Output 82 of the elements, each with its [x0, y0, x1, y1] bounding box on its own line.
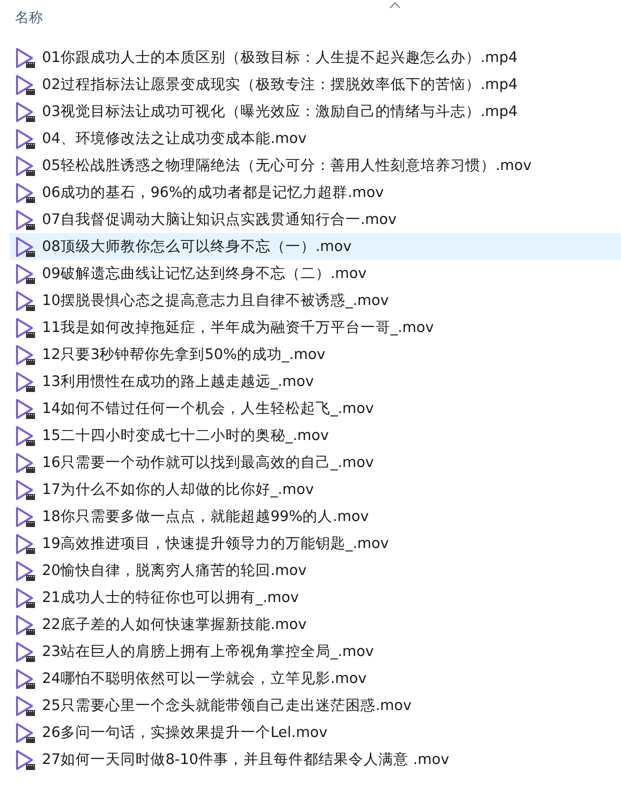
file-row[interactable]: 19高效推进项目，快速提升领导力的万能钥匙_.mov [10, 530, 621, 557]
video-file-icon [15, 370, 36, 392]
video-file-icon [15, 262, 36, 284]
file-row[interactable]: 05轻松战胜诱惑之物理隔绝法（无心可分：善用人性刻意培养习惯）.mov [10, 152, 621, 179]
file-row[interactable]: 25只需要心里一个念头就能带领自己走出迷茫困惑.mov [10, 692, 621, 719]
video-file-icon [15, 182, 36, 204]
file-row[interactable]: 02过程指标法让愿景变成现实（极致专注：摆脱效率低下的苦恼）.mp4 [10, 71, 621, 98]
file-name: 04、环境修改法之让成功变成本能.mov [42, 130, 307, 148]
file-name: 07自我督促调动大脑让知识点实践贯通知行合一.mov [42, 210, 397, 229]
file-row[interactable]: 18你只需要多做一点点，就能超越99%的人.mov [10, 503, 621, 530]
file-row[interactable]: 15二十四小时变成七十二小时的奥秘_.mov [10, 422, 621, 449]
file-name: 24哪怕不聪明依然可以一学就会，立竿见影.mov [42, 670, 367, 688]
video-file-icon [15, 316, 36, 338]
file-row[interactable]: 03视觉目标法让成功可视化（曝光效应：激励自己的情绪与斗志）.mp4 [10, 98, 621, 125]
video-file-icon [15, 208, 36, 230]
file-row[interactable]: 22底子差的人如何快速掌握新技能.mov [10, 611, 621, 638]
file-row[interactable]: 09破解遗忘曲线让记忆达到终身不忘（二）.mov [10, 260, 621, 287]
file-name: 01你跟成功人士的本质区别（极致目标：人生提不起兴趣怎么办）.mp4 [42, 49, 518, 67]
file-name: 13利用惯性在成功的路上越走越远_.mov [42, 373, 314, 391]
file-name: 20愉快自律，脱离穷人痛苦的轮回.mov [42, 562, 307, 580]
video-file-icon [15, 668, 36, 690]
file-row[interactable]: 23站在巨人的肩膀上拥有上帝视角掌控全局_.mov [10, 638, 621, 665]
file-name: 14如何不错过任何一个机会，人生轻松起飞_.mov [42, 400, 374, 418]
video-file-icon [15, 560, 36, 582]
file-name: 16只需要一个动作就可以找到最高效的自己_.mov [42, 454, 374, 472]
file-name: 22底子差的人如何快速掌握新技能.mov [42, 616, 307, 634]
file-name: 15二十四小时变成七十二小时的奥秘_.mov [42, 426, 329, 445]
video-file-icon [15, 722, 36, 744]
file-row[interactable]: 04、环境修改法之让成功变成本能.mov [10, 125, 621, 152]
file-row[interactable]: 21成功人士的特征你也可以拥有_.mov [10, 584, 621, 611]
file-name: 05轻松战胜诱惑之物理隔绝法（无心可分：善用人性刻意培养习惯）.mov [42, 156, 532, 175]
video-file-icon [15, 290, 36, 312]
file-row[interactable]: 06成功的基石，96%的成功者都是记忆力超群.mov [10, 179, 621, 206]
file-row[interactable]: 13利用惯性在成功的路上越走越远_.mov [10, 368, 621, 395]
file-name: 03视觉目标法让成功可视化（曝光效应：激励自己的情绪与斗志）.mp4 [42, 102, 518, 121]
file-row[interactable]: 27如何一天同时做8-10件事，并且每件都结果令人满意 .mov [10, 746, 621, 773]
file-name: 25只需要心里一个念头就能带领自己走出迷茫困惑.mov [42, 696, 412, 715]
video-file-icon [15, 344, 36, 366]
video-file-icon [15, 398, 36, 420]
file-row[interactable]: 24哪怕不聪明依然可以一学就会，立竿见影.mov [10, 665, 621, 692]
video-file-icon [15, 128, 36, 150]
file-row[interactable]: 01你跟成功人士的本质区别（极致目标：人生提不起兴趣怎么办）.mp4 [10, 44, 621, 71]
file-row[interactable]: 16只需要一个动作就可以找到最高效的自己_.mov [10, 449, 621, 476]
file-row[interactable]: 10摆脱畏惧心态之提高意志力且自律不被诱惑_.mov [10, 287, 621, 314]
file-name: 09破解遗忘曲线让记忆达到终身不忘（二）.mov [42, 264, 367, 283]
video-file-icon [15, 236, 36, 258]
file-name: 11我是如何改掉拖延症，半年成为融资千万平台一哥_.mov [42, 319, 434, 337]
video-file-icon [15, 614, 36, 636]
video-file-icon [15, 532, 36, 554]
file-name: 12只要3秒钟帮你先拿到50%的成功_.mov [42, 346, 326, 364]
file-row[interactable]: 11我是如何改掉拖延症，半年成为融资千万平台一哥_.mov [10, 314, 621, 341]
video-file-icon [15, 74, 36, 96]
file-row[interactable]: 14如何不错过任何一个机会，人生轻松起飞_.mov [10, 395, 621, 422]
file-row[interactable]: 07自我督促调动大脑让知识点实践贯通知行合一.mov [10, 206, 621, 233]
file-row[interactable]: 08顶级大师教你怎么可以终身不忘（一）.mov [10, 233, 621, 260]
file-name: 26多问一句话，实操效果提升一个Lel.mov [42, 724, 328, 742]
video-file-icon [15, 452, 36, 474]
file-name: 18你只需要多做一点点，就能超越99%的人.mov [42, 508, 369, 526]
video-file-icon [15, 46, 36, 68]
video-file-icon [15, 640, 36, 662]
file-row[interactable]: 12只要3秒钟帮你先拿到50%的成功_.mov [10, 341, 621, 368]
file-row[interactable]: 26多问一句话，实操效果提升一个Lel.mov [10, 719, 621, 746]
video-file-icon [15, 424, 36, 446]
file-row[interactable]: 20愉快自律，脱离穷人痛苦的轮回.mov [10, 557, 621, 584]
video-file-icon [15, 154, 36, 176]
video-file-icon [15, 478, 36, 500]
file-name: 19高效推进项目，快速提升领导力的万能钥匙_.mov [42, 534, 389, 553]
video-file-icon [15, 748, 36, 770]
file-name: 27如何一天同时做8-10件事，并且每件都结果令人满意 .mov [42, 751, 450, 769]
video-file-icon [15, 506, 36, 528]
file-name: 06成功的基石，96%的成功者都是记忆力超群.mov [42, 184, 384, 202]
file-name: 23站在巨人的肩膀上拥有上帝视角掌控全局_.mov [42, 642, 374, 661]
video-file-icon [15, 586, 36, 608]
video-file-icon [15, 694, 36, 716]
file-name: 08顶级大师教你怎么可以终身不忘（一）.mov [42, 238, 352, 256]
file-name: 17为什么不如你的人却做的比你好_.mov [42, 481, 314, 499]
file-row[interactable]: 17为什么不如你的人却做的比你好_.mov [10, 476, 621, 503]
file-name: 21成功人士的特征你也可以拥有_.mov [42, 589, 299, 607]
file-name: 10摆脱畏惧心态之提高意志力且自律不被诱惑_.mov [42, 292, 389, 310]
name-column-header[interactable]: 名称 [15, 9, 43, 27]
file-name: 02过程指标法让愿景变成现实（极致专注：摆脱效率低下的苦恼）.mp4 [42, 76, 518, 94]
video-file-icon [15, 100, 36, 122]
